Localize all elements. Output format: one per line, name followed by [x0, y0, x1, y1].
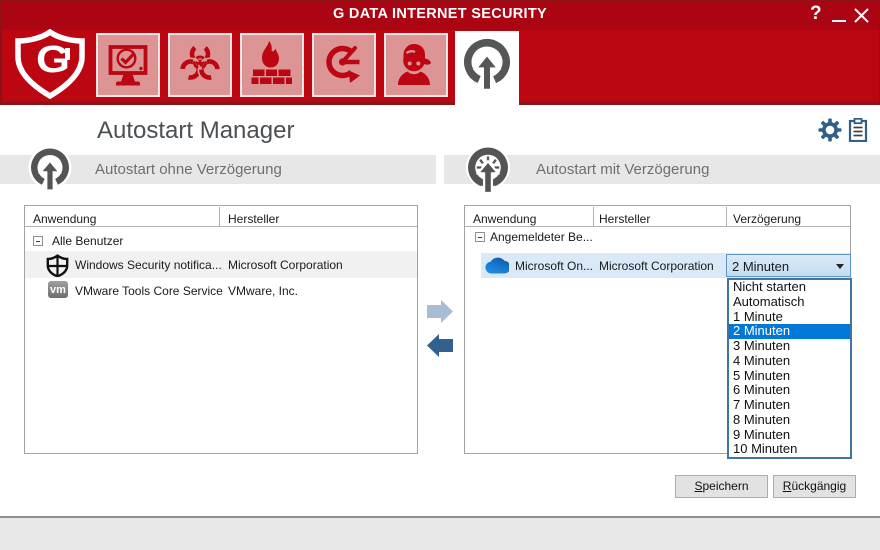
- svg-text:G: G: [36, 39, 70, 80]
